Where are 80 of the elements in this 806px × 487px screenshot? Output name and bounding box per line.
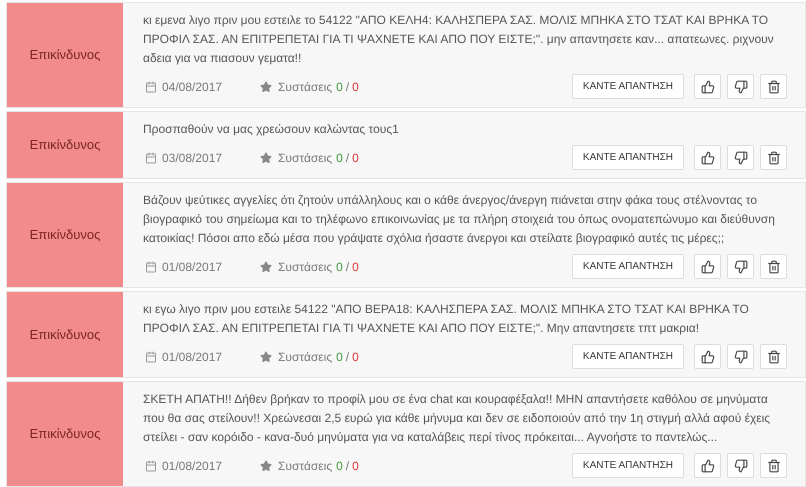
rating-label: Επικίνδυνος <box>7 382 123 486</box>
calendar-icon <box>145 80 157 92</box>
calendar-icon <box>145 460 157 472</box>
reply-button[interactable]: ΚΑΝΤΕ ΑΠΑΝΤΗΣΗ <box>572 344 684 369</box>
calendar-icon <box>145 350 157 362</box>
upvote-count: 0 <box>336 258 343 276</box>
upvote-count: 0 <box>336 348 343 366</box>
dislike-button[interactable] <box>727 254 754 279</box>
delete-button[interactable] <box>760 254 787 279</box>
trash-icon <box>766 80 780 94</box>
downvote-count: 0 <box>352 458 359 474</box>
thumbs-down-icon <box>734 150 748 164</box>
comment-text: κι εγω λιγο πριν μου εστειλε 54122 "ΑΠΟ ΒΕΡΑ18: ΚΑΛΗΣΠΕΡΑ ΣΑΣ. ΜΟΛΙΣ ΜΠΗΚΑ ΣΤΟ ΤΣΑΤ ΚΑΙ ΒΡΗΚΑ ΤΟ ΠΡΟΦΙΛ ΣΑΣ. ΑΝ ΕΠΙΤΡΕΠΕΤΑΙ ΓΙΑ ΤΙ ΨΑΧΝΕΤΕ ΚΑΙ ΑΠΟ ΠΟΥ ΕΙΣΤΕ;". Μην απαντησετε τπτ μακρια! <box>143 301 750 337</box>
reply-button[interactable]: ΚΑΝΤΕ ΑΠΑΝΤΗΣΗ <box>572 453 684 478</box>
votes-label: Συστάσεις <box>278 150 332 166</box>
star-icon <box>260 152 272 164</box>
downvote-count: 0 <box>352 348 359 366</box>
comment-date: 01/08/2017 <box>162 348 224 366</box>
rating-label: Επικίνδυνος <box>7 112 123 178</box>
downvote-count: 0 <box>352 78 359 96</box>
vote-separator: / <box>346 150 350 166</box>
votes-label: Συστάσεις <box>278 458 332 474</box>
votes-label: Συστάσεις <box>278 348 332 366</box>
vote-separator: / <box>346 78 350 96</box>
star-icon <box>260 80 272 92</box>
trash-icon <box>766 260 780 274</box>
vote-separator: / <box>346 258 350 276</box>
thumbs-down-icon <box>734 80 748 94</box>
delete-button[interactable] <box>760 74 787 99</box>
delete-button[interactable] <box>760 344 787 369</box>
comment-date: 01/08/2017 <box>162 258 224 276</box>
like-button[interactable] <box>694 453 721 478</box>
dislike-button[interactable] <box>727 344 754 369</box>
dislike-button[interactable] <box>727 145 754 170</box>
trash-icon <box>766 350 780 364</box>
reply-button[interactable]: ΚΑΝΤΕ ΑΠΑΝΤΗΣΗ <box>572 74 684 99</box>
star-icon <box>260 350 272 362</box>
downvote-count: 0 <box>352 150 359 166</box>
like-button[interactable] <box>694 344 721 369</box>
like-button[interactable] <box>694 254 721 279</box>
reply-button[interactable]: ΚΑΝΤΕ ΑΠΑΝΤΗΣΗ <box>572 145 684 170</box>
dislike-button[interactable] <box>727 453 754 478</box>
vote-separator: / <box>346 458 350 474</box>
thumbs-up-icon <box>700 150 714 164</box>
thumbs-up-icon <box>700 350 714 364</box>
thumbs-up-icon <box>700 458 714 472</box>
comment-date: 01/08/2017 <box>162 458 224 474</box>
like-button[interactable] <box>694 74 721 99</box>
comment-date: 03/08/2017 <box>162 150 224 166</box>
thumbs-up-icon <box>700 260 714 274</box>
trash-icon <box>766 458 780 472</box>
rating-label: Επικίνδυνος <box>7 3 123 107</box>
rating-label: Επικίνδυνος <box>7 292 123 377</box>
upvote-count: 0 <box>336 150 343 166</box>
like-button[interactable] <box>694 145 721 170</box>
calendar-icon <box>145 152 157 164</box>
star-icon <box>260 260 272 272</box>
trash-icon <box>766 150 780 164</box>
delete-button[interactable] <box>760 145 787 170</box>
comment-text: κι εμενα λιγο πριν μου εστειλε το 54122 "ΑΠΟ ΚΕΛΗ4: ΚΑΛΗΣΠΕΡΑ ΣΑΣ. ΜΟΛΙΣ ΜΠΗΚΑ ΣΤΟ ΤΣΑΤ ΚΑΙ ΒΡΗΚΑ ΤΟ ΠΡΟΦΙΛ ΣΑΣ. ΑΝ ΕΠΙΤΡΕΠΕΤΑΙ ΓΙΑ ΤΙ ΨΑΧΝΕΤΕ ΚΑΙ ΑΠΟ ΠΟΥ ΕΙΣΤΕ;". μην απαντησετε καν... απατεωνες. ριχνουν αδεια για να πιασουν γεματα!! <box>143 12 775 67</box>
downvote-count: 0 <box>352 258 359 276</box>
dislike-button[interactable] <box>727 74 754 99</box>
thumbs-down-icon <box>734 458 748 472</box>
votes-label: Συστάσεις <box>278 78 332 96</box>
thumbs-up-icon <box>700 80 714 94</box>
comment-text: ΣΚΕΤΗ ΑΠΑΤΗ!! Δήθεν βρήκαν το προφίλ μου σε ένα chat και κουραφέξαλα!! ΜΗΝ απαντήσετε καθόλου σε μηνύματα που θα σας στείλουν!! Χρεώνεσαι 2,5 ευρώ για κάθε μήνυμα και δεν σε ειδοποιούν από την 1η στιγμή αλλά αφού έχεις στείλει - σαν κορόιδο - κανα-δυό μηνύματα για να καταλάβεις περί τίνος πρόκειται... Αγνοήστε το παντελώς... <box>143 391 772 446</box>
calendar-icon <box>145 260 157 272</box>
vote-separator: / <box>346 348 350 366</box>
thumbs-down-icon <box>734 350 748 364</box>
comment-text: Προσπαθούν να μας χρεώσουν καλώντας τους1 <box>143 121 400 138</box>
upvote-count: 0 <box>336 458 343 474</box>
reply-button[interactable]: ΚΑΝΤΕ ΑΠΑΝΤΗΣΗ <box>572 254 684 279</box>
comment-text: Βάζουν ψεύτικες αγγελίες ότι ζητούν υπάλληλους και ο κάθε άνεργος/άνεργη πιάνεται στην φάκα τους στέλνοντας το βιογραφικό του σημείωμα και το τηλέφωνο επικοινωνίας με τα πλήρη στοιχειά του όπως ονοματεπώνυμο και διεύθυνση κατοικίας! Πόσοι απο εδώ μέσα που γράψατε σχόλια ήσαστε άνεργοι και στείλατε βιογραφικό αυτές τις μέρες;; <box>143 192 776 247</box>
comment-date: 04/08/2017 <box>162 78 224 96</box>
star-icon <box>260 460 272 472</box>
delete-button[interactable] <box>760 453 787 478</box>
rating-label: Επικίνδυνος <box>7 183 123 287</box>
votes-label: Συστάσεις <box>278 258 332 276</box>
thumbs-down-icon <box>734 260 748 274</box>
upvote-count: 0 <box>336 78 343 96</box>
